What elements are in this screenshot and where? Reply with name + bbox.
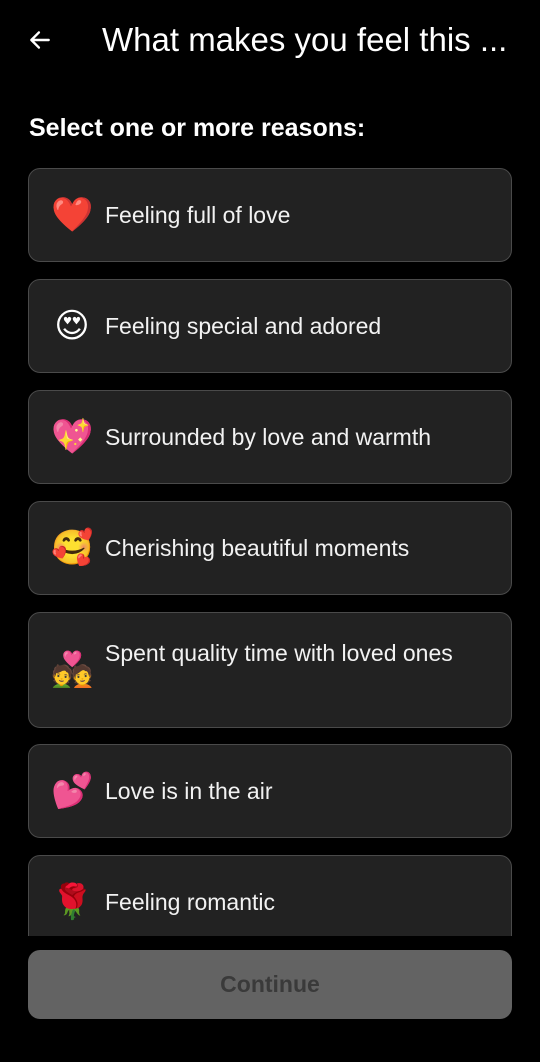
smiling-face-with-hearts-icon: 🥰 [51,529,94,567]
reasons-list[interactable]: ❤️ Feeling full of love 😍 Feeling specia… [28,168,512,936]
reason-option-love-in-air[interactable]: 💕 Love is in the air [28,744,512,838]
feeling-reasons-screen: What makes you feel this ... Select one … [0,0,540,1062]
reason-option-quality-time[interactable]: 💑 Spent quality time with loved ones [28,612,512,728]
reason-label: Surrounded by love and warmth [105,424,432,450]
reason-option-romantic[interactable]: 🌹 Feeling romantic [28,855,512,936]
back-button[interactable] [22,22,58,58]
reason-label: Love is in the air [105,778,273,804]
arrow-left-icon [30,31,50,49]
couple-with-heart-icon: 💑 [51,651,94,689]
reason-label: Spent quality time with loved ones [105,640,453,666]
continue-button[interactable]: Continue [28,950,512,1019]
two-hearts-icon: 💕 [51,772,94,810]
reason-option-full-of-love[interactable]: ❤️ Feeling full of love [28,168,512,262]
reason-label: Feeling full of love [105,202,291,228]
top-app-bar: What makes you feel this ... [0,0,540,80]
rose-icon: 🌹 [51,883,94,921]
page-title: What makes you feel this ... [102,21,508,58]
red-heart-icon: ❤️ [51,196,94,234]
reason-option-love-warmth[interactable]: 💖 Surrounded by love and warmth [28,390,512,484]
heart-eyes-face-icon: 😍 [54,307,90,345]
reason-label: Cherishing beautiful moments [105,535,410,561]
reasons-prompt: Select one or more reasons: [29,114,366,142]
reason-label: Feeling romantic [105,889,276,915]
reason-option-special-adored[interactable]: 😍 Feeling special and adored [28,279,512,373]
reason-option-beautiful-moments[interactable]: 🥰 Cherishing beautiful moments [28,501,512,595]
reason-label: Feeling special and adored [105,313,382,339]
sparkling-heart-icon: 💖 [51,418,94,456]
